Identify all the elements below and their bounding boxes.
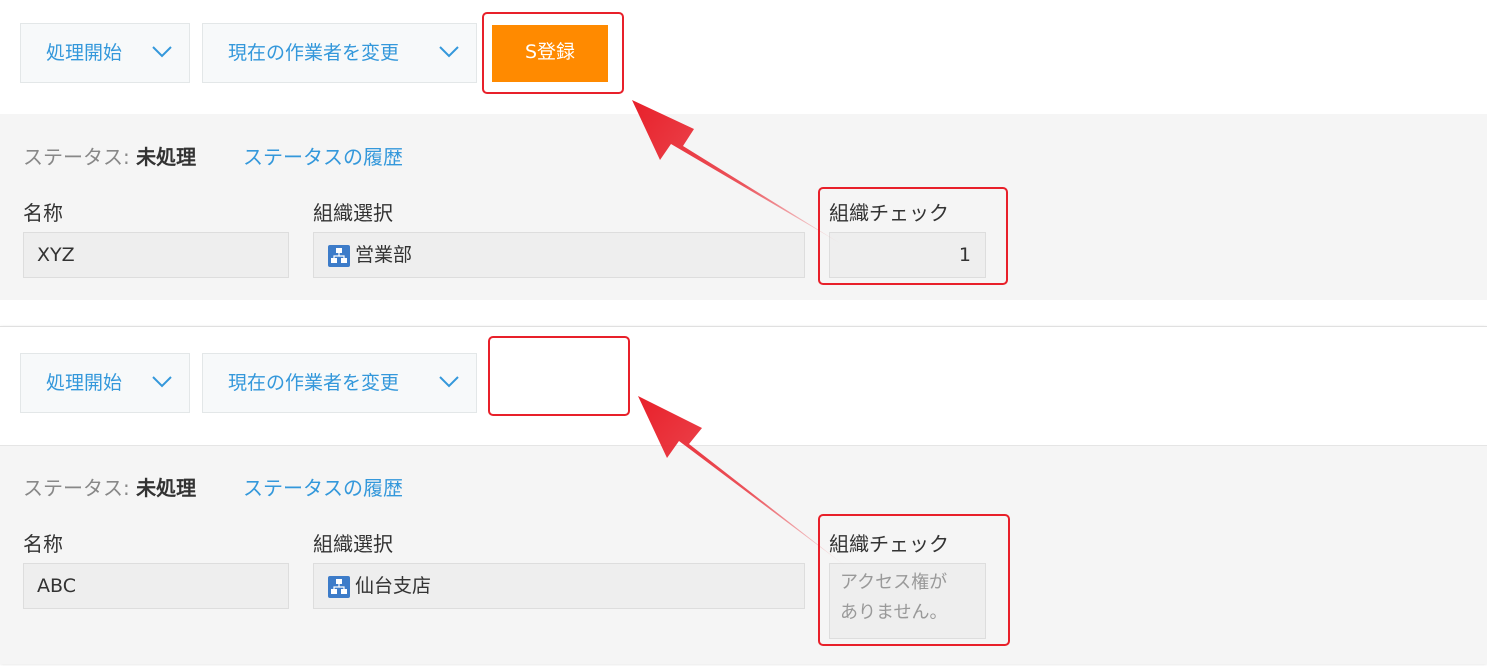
record-detail: ステータス: 未処理 ステータスの履歴 名称 ABC 組織選択 仙台支店 組織チ… [0, 445, 1487, 664]
status-value: 未処理 [136, 476, 197, 500]
record-detail: ステータス: 未処理 ステータスの履歴 名称 XYZ 組織選択 営業部 組織チェ… [0, 114, 1487, 300]
highlight-box-empty-button-area [488, 336, 630, 416]
action-toolbar: 処理開始 現在の作業者を変更 S登録 [0, 0, 1487, 114]
name-field-value: ABC [23, 563, 289, 609]
name-field-value: XYZ [23, 232, 289, 278]
record-panel-1: 処理開始 現在の作業者を変更 S登録 ステータス: 未処理 ステータスの履歴 名… [0, 0, 1487, 300]
record-panel-2: 処理開始 現在の作業者を変更 ステータス: 未処理 ステータスの履歴 名称 AB… [0, 326, 1487, 664]
process-start-dropdown[interactable]: 処理開始 [20, 23, 190, 83]
chevron-down-icon [439, 376, 459, 388]
name-value-text: ABC [37, 575, 76, 597]
process-start-dropdown[interactable]: 処理開始 [20, 353, 190, 413]
name-field-label: 名称 [23, 201, 63, 225]
org-field-label: 組織選択 [313, 201, 393, 225]
chevron-down-icon [439, 46, 459, 58]
name-field-label: 名称 [23, 532, 63, 556]
status-value: 未処理 [136, 145, 197, 169]
highlight-box-check-1 [818, 187, 1008, 285]
org-value-text: 仙台支店 [355, 575, 432, 597]
status-label: ステータス: [23, 476, 130, 500]
change-assignee-label: 現在の作業者を変更 [228, 42, 400, 64]
org-field-value: 仙台支店 [313, 563, 805, 609]
organization-icon [328, 576, 350, 598]
status-line: ステータス: 未処理 [23, 472, 196, 501]
org-field-value: 営業部 [313, 232, 805, 278]
highlight-box-check-2 [818, 514, 1010, 646]
org-value-text: 営業部 [355, 244, 413, 266]
change-assignee-dropdown[interactable]: 現在の作業者を変更 [202, 353, 477, 413]
org-field-label: 組織選択 [313, 532, 393, 556]
process-start-label: 処理開始 [46, 372, 123, 394]
status-history-link[interactable]: ステータスの履歴 [243, 472, 403, 501]
process-start-label: 処理開始 [46, 42, 123, 64]
change-assignee-label: 現在の作業者を変更 [228, 372, 400, 394]
organization-icon [328, 245, 350, 267]
change-assignee-dropdown[interactable]: 現在の作業者を変更 [202, 23, 477, 83]
chevron-down-icon [152, 376, 172, 388]
status-line: ステータス: 未処理 [23, 141, 196, 170]
status-history-link[interactable]: ステータスの履歴 [243, 141, 403, 170]
chevron-down-icon [152, 46, 172, 58]
name-value-text: XYZ [37, 244, 75, 266]
action-toolbar: 処理開始 現在の作業者を変更 [0, 327, 1487, 445]
highlight-box-s-register [482, 12, 624, 94]
status-label: ステータス: [23, 145, 130, 169]
